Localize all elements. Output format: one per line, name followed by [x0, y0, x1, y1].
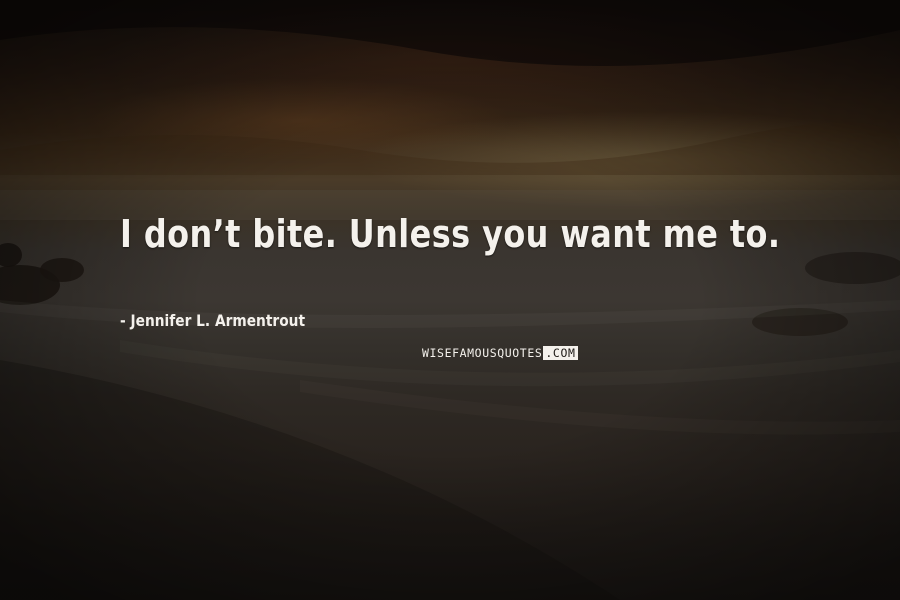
watermark-domain: .COM: [543, 345, 578, 360]
watermark-brand: WISEFAMOUSQUOTES: [422, 345, 543, 360]
watermark-logo: WISEFAMOUSQUOTES .COM: [419, 344, 581, 361]
vignette-overlay: [0, 0, 900, 600]
quote-text: I don’t bite. Unless you want me to.: [120, 212, 781, 256]
quote-author: - Jennifer L. Armentrout: [120, 311, 306, 330]
quote-image: I don’t bite. Unless you want me to. - J…: [0, 0, 900, 600]
